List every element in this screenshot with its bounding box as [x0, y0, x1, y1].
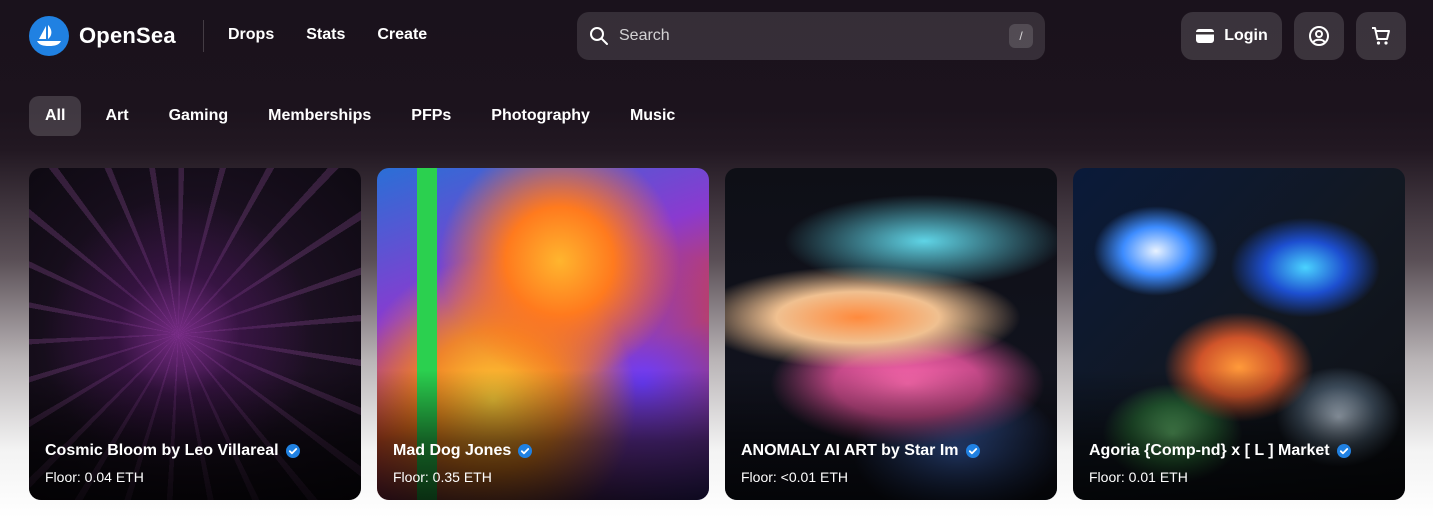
tab-memberships[interactable]: Memberships: [252, 96, 387, 136]
collection-floor-price: Floor: 0.35 ETH: [393, 469, 492, 485]
verified-badge-icon: [285, 444, 300, 458]
verified-badge-icon: [965, 444, 980, 458]
search-bar[interactable]: /: [577, 12, 1045, 60]
collection-title-row: Mad Dog Jones: [393, 442, 533, 460]
login-label: Login: [1224, 27, 1268, 44]
verified-badge-icon: [1336, 444, 1351, 458]
tab-pfps[interactable]: PFPs: [395, 96, 467, 136]
cart-icon: [1372, 27, 1390, 45]
nav-stats[interactable]: Stats: [306, 26, 345, 44]
search-input[interactable]: [619, 27, 1009, 45]
tab-art[interactable]: Art: [89, 96, 144, 136]
collection-floor-price: Floor: 0.04 ETH: [45, 469, 144, 485]
collection-card[interactable]: Agoria {Comp-nd} x [ L ] Market Floor: 0…: [1073, 168, 1405, 500]
cart-button[interactable]: [1356, 12, 1406, 60]
tab-photography[interactable]: Photography: [475, 96, 606, 136]
profile-button[interactable]: [1294, 12, 1344, 60]
featured-collections: Cosmic Bloom by Leo Villareal Floor: 0.0…: [29, 168, 1405, 500]
search-shortcut-key: /: [1009, 24, 1033, 48]
verified-badge-icon: [518, 444, 533, 458]
collection-floor-price: Floor: 0.01 ETH: [1089, 469, 1188, 485]
tab-music[interactable]: Music: [614, 96, 691, 136]
main-nav: Drops Stats Create: [228, 26, 427, 44]
top-navbar: OpenSea Drops Stats Create / Login: [0, 0, 1433, 72]
collection-title-row: Cosmic Bloom by Leo Villareal: [45, 442, 301, 460]
collection-card[interactable]: ANOMALY AI ART by Star Im Floor: <0.01 E…: [725, 168, 1057, 500]
collection-title: Agoria {Comp-nd} x [ L ] Market: [1089, 442, 1330, 459]
collection-title-row: ANOMALY AI ART by Star Im: [741, 442, 981, 460]
opensea-logo[interactable]: OpenSea: [29, 16, 176, 56]
login-button[interactable]: Login: [1181, 12, 1282, 60]
opensea-ship-icon: [29, 16, 69, 56]
tab-gaming[interactable]: Gaming: [153, 96, 245, 136]
nav-create[interactable]: Create: [377, 26, 427, 44]
collection-title: ANOMALY AI ART by Star Im: [741, 442, 959, 459]
collection-title: Mad Dog Jones: [393, 442, 512, 459]
search-icon: [590, 27, 608, 45]
brand-name: OpenSea: [79, 23, 176, 48]
category-tabs: All Art Gaming Memberships PFPs Photogra…: [29, 96, 699, 136]
nav-drops[interactable]: Drops: [228, 26, 274, 44]
tab-all[interactable]: All: [29, 96, 82, 136]
user-circle-icon: [1309, 26, 1329, 46]
collection-title-row: Agoria {Comp-nd} x [ L ] Market: [1089, 442, 1352, 460]
collection-title: Cosmic Bloom by Leo Villareal: [45, 442, 279, 459]
wallet-icon: [1196, 29, 1215, 43]
collection-card[interactable]: Mad Dog Jones Floor: 0.35 ETH: [377, 168, 709, 500]
collection-floor-price: Floor: <0.01 ETH: [741, 469, 848, 485]
collection-card[interactable]: Cosmic Bloom by Leo Villareal Floor: 0.0…: [29, 168, 361, 500]
header-divider: [203, 20, 204, 52]
